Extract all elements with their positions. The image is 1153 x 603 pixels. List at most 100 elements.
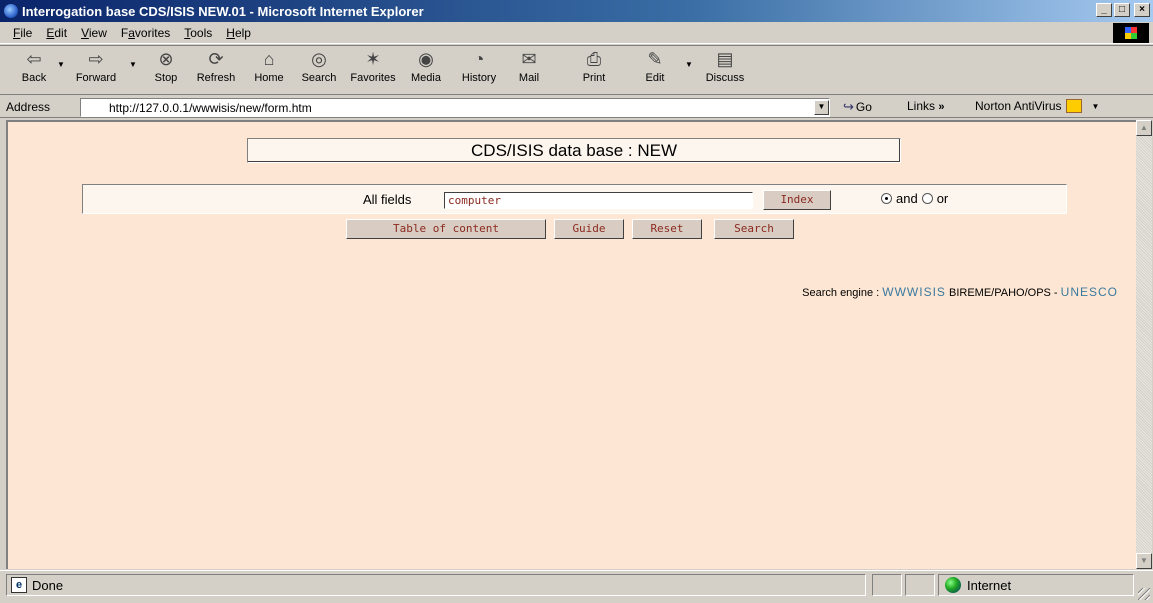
address-dropdown-icon[interactable]: ▼ [814, 100, 829, 115]
links-button[interactable]: Links » [907, 99, 944, 113]
unesco-link[interactable]: UNESCO [1061, 285, 1118, 299]
media-button[interactable]: ◉ Media [402, 46, 450, 94]
menu-tools[interactable]: Tools [177, 26, 219, 40]
go-arrow-icon: ↪ [843, 99, 854, 114]
history-icon: ◔ [473, 48, 485, 69]
home-icon: ⌂ [263, 48, 275, 69]
links-label: Links [907, 99, 936, 113]
status-text: Done [32, 577, 64, 593]
menu-bar: File Edit View Favorites Tools Help [0, 22, 1153, 44]
standard-toolbar: ⇦ Back ▼ ⇨ Forward ▼ ⊗ Stop ⟳ Refresh ⌂ … [0, 45, 1153, 95]
refresh-icon: ⟳ [208, 48, 224, 69]
mail-icon: ✉ [521, 48, 537, 69]
refresh-button[interactable]: ⟳ Refresh [188, 46, 244, 94]
internet-globe-icon [945, 577, 961, 593]
edit-button[interactable]: ✎ Edit [632, 46, 678, 94]
window-title: Interrogation base CDS/ISIS NEW.01 - Mic… [22, 3, 424, 19]
menu-help-mnemonic: H [226, 25, 235, 40]
go-button[interactable]: ↪ Go [843, 99, 872, 115]
search-form: All fields computer Index and or [82, 184, 1067, 214]
engine-prefix: Search engine : [802, 287, 880, 299]
search-toolbar-label: Search [301, 72, 337, 84]
and-radio[interactable] [881, 193, 892, 204]
status-pane-security [905, 574, 935, 596]
menu-edit[interactable]: Edit [39, 26, 74, 40]
scroll-down-icon[interactable]: ▼ [1136, 553, 1152, 569]
back-dropdown-icon[interactable]: ▼ [52, 60, 70, 69]
or-radio[interactable] [921, 193, 933, 204]
menu-help[interactable]: Help [219, 26, 258, 40]
window-title-bar[interactable]: Interrogation base CDS/ISIS NEW.01 - Mic… [0, 0, 1153, 22]
go-label: Go [855, 100, 872, 114]
search-globe-icon: ◎ [311, 48, 327, 69]
menu-file[interactable]: File [6, 26, 39, 40]
operator-radio-group: and or [881, 191, 948, 206]
menu-tools-label: ools [190, 25, 213, 40]
history-button[interactable]: ◔ History [450, 46, 508, 94]
close-button[interactable]: × [1134, 3, 1150, 17]
search-toolbar-button[interactable]: ◎ Search [294, 46, 344, 94]
print-label: Print [582, 72, 606, 84]
status-bar: e Done Internet [0, 570, 1153, 603]
favorites-button[interactable]: ✶ Favorites [344, 46, 402, 94]
back-label: Back [21, 72, 47, 84]
wwwisis-link[interactable]: WWWISIS [882, 285, 946, 299]
forward-dropdown-icon[interactable]: ▼ [122, 60, 144, 69]
zone-label: Internet [967, 577, 1012, 593]
menu-view-mnemonic: V [81, 25, 89, 40]
security-zone: Internet [938, 574, 1134, 596]
address-label: Address [6, 99, 51, 114]
index-button[interactable]: Index [763, 190, 831, 210]
maximize-button[interactable]: □ [1114, 3, 1130, 17]
back-button[interactable]: ⇦ Back [16, 46, 52, 94]
stop-button[interactable]: ⊗ Stop [144, 46, 188, 94]
status-main-pane: e Done [6, 574, 866, 596]
favorites-star-icon: ✶ [365, 48, 381, 69]
all-fields-label: All fields [363, 192, 412, 207]
address-bar: Address http://127.0.0.1/wwwisis/new/for… [0, 96, 1153, 118]
printer-icon: ⎙ [586, 48, 602, 69]
discuss-button[interactable]: ▤ Discuss [700, 46, 750, 94]
menu-favorites-label: vorites [134, 25, 171, 40]
print-button[interactable]: ⎙ Print [570, 46, 618, 94]
media-label: Media [411, 72, 441, 84]
ie-logo-icon [4, 4, 18, 18]
mail-label: Mail [518, 72, 540, 84]
menu-favorites-mnemonic: a [128, 25, 135, 40]
back-arrow-icon: ⇦ [26, 48, 42, 69]
search-engine-credit: Search engine : WWWISIS BIREME/PAHO/OPS … [802, 285, 1118, 299]
mail-button[interactable]: ✉ Mail [508, 46, 550, 94]
history-label: History [461, 72, 497, 84]
forward-label: Forward [75, 72, 117, 84]
windows-flag-icon [1113, 23, 1149, 43]
status-pane-progress [872, 574, 902, 596]
minimize-button[interactable]: _ [1096, 3, 1112, 17]
resize-grip-icon[interactable] [1138, 588, 1150, 600]
or-label: or [936, 191, 949, 206]
search-button[interactable]: Search [714, 219, 794, 239]
media-icon: ◉ [418, 48, 434, 69]
edit-label: Edit [645, 72, 665, 84]
menu-file-label: ile [20, 25, 33, 40]
menu-help-label: elp [234, 25, 251, 40]
norton-dropdown-icon[interactable]: ▼ [1092, 102, 1100, 111]
engine-org: BIREME/PAHO/OPS - [949, 287, 1058, 299]
reset-button[interactable]: Reset [632, 219, 702, 239]
vertical-scrollbar[interactable]: ▲ ▼ [1136, 120, 1152, 569]
window-controls: _ □ × [1096, 3, 1150, 17]
page-title: CDS/ISIS data base : NEW [247, 138, 901, 163]
table-of-content-button[interactable]: Table of content [346, 219, 546, 239]
menu-favorites[interactable]: Favorites [114, 26, 177, 40]
scroll-up-icon[interactable]: ▲ [1136, 120, 1152, 136]
home-label: Home [254, 72, 284, 84]
forward-button[interactable]: ⇨ Forward [70, 46, 122, 94]
norton-label: Norton AntiVirus [975, 99, 1062, 113]
norton-antivirus-button[interactable]: Norton AntiVirus ▼ [975, 99, 1099, 113]
address-input[interactable]: http://127.0.0.1/wwwisis/new/form.htm [80, 98, 830, 117]
guide-button[interactable]: Guide [554, 219, 624, 239]
home-button[interactable]: ⌂ Home [244, 46, 294, 94]
links-chevron-icon: » [938, 101, 945, 113]
edit-dropdown-icon[interactable]: ▼ [678, 60, 700, 69]
search-input[interactable]: computer [444, 192, 753, 209]
menu-view[interactable]: View [74, 26, 114, 40]
